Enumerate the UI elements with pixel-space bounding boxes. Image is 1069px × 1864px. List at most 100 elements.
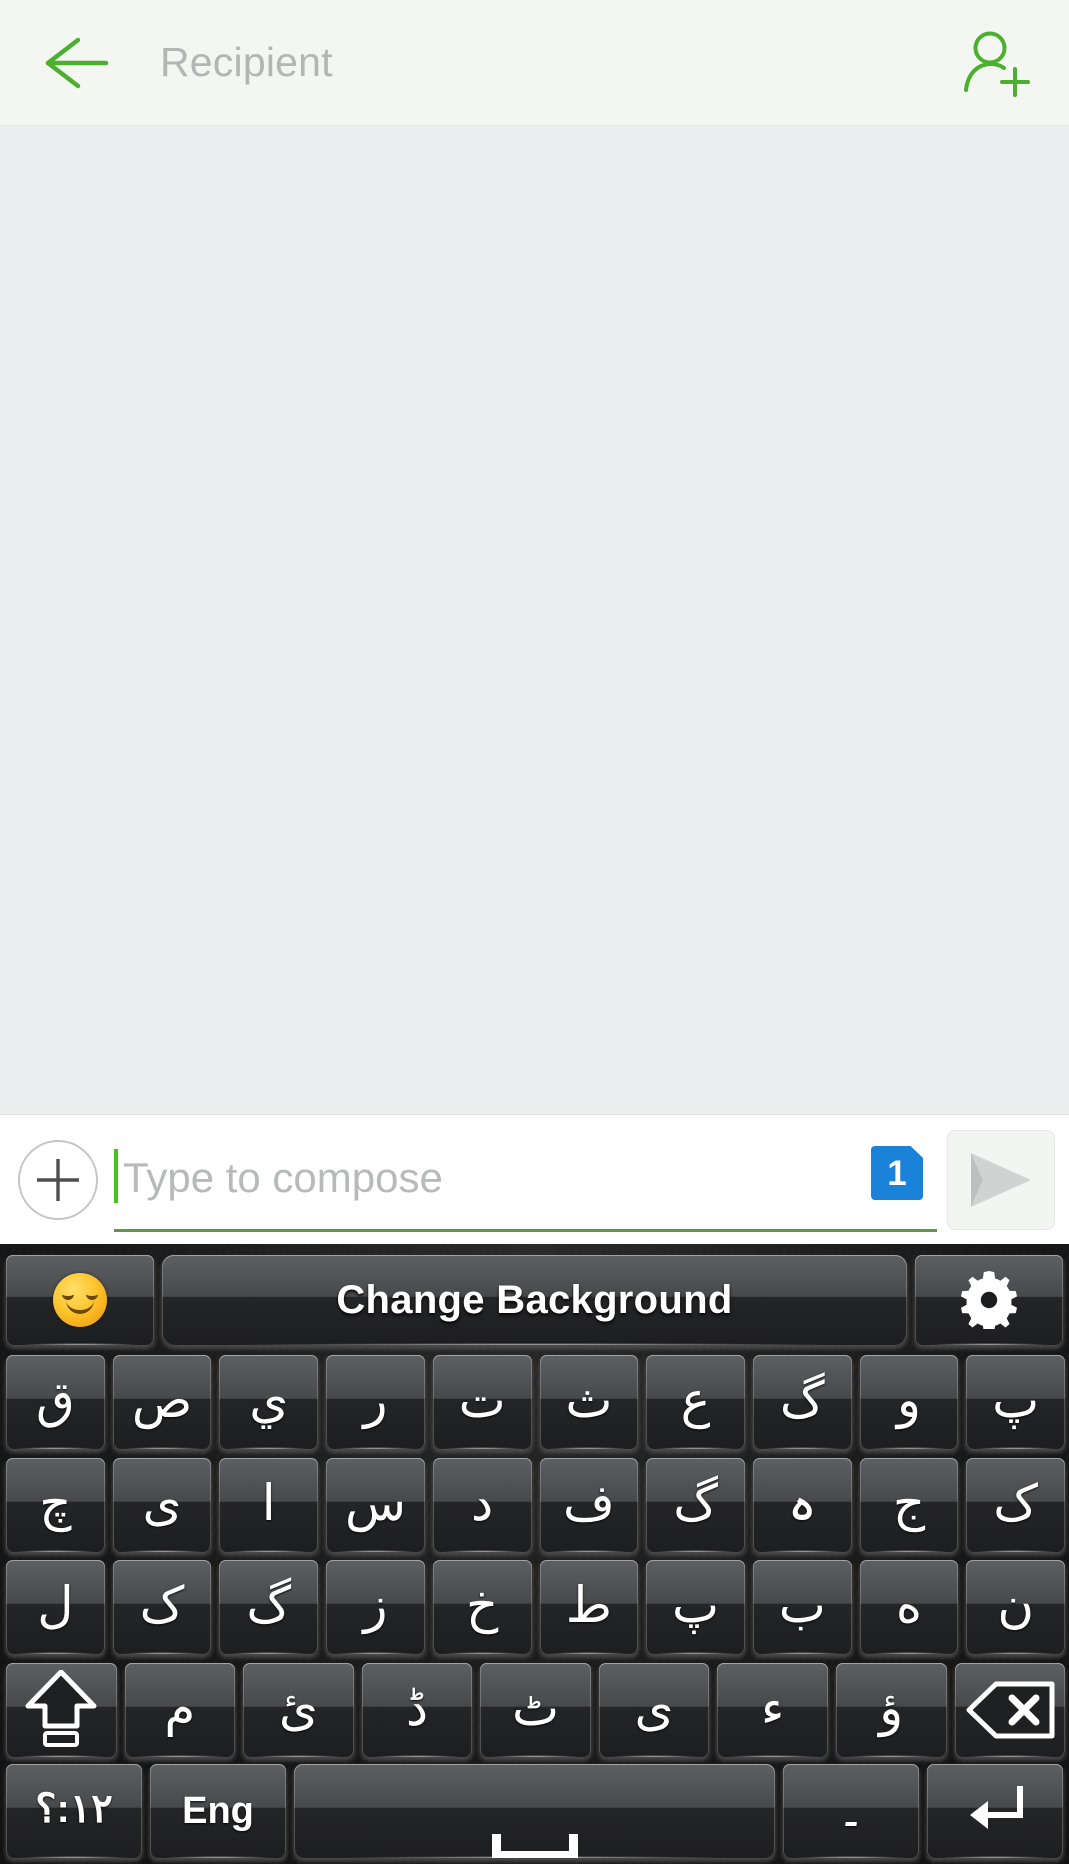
key-qaf[interactable]: ق xyxy=(6,1355,105,1450)
key-label: ز xyxy=(363,1577,388,1634)
key-farsi-yeh[interactable]: ی xyxy=(112,1457,212,1552)
key-label: ۔ xyxy=(836,1780,866,1837)
smiley-mouth xyxy=(66,1300,94,1315)
key-label: م xyxy=(164,1679,196,1736)
compose-placeholder: Type to compose xyxy=(123,1154,443,1201)
key-keheh-2[interactable]: ک xyxy=(112,1560,212,1655)
key-heh-goal[interactable]: ہ xyxy=(752,1457,852,1552)
key-khah[interactable]: خ xyxy=(432,1560,532,1655)
key-label: ر xyxy=(363,1372,388,1429)
key-cheh[interactable]: چ xyxy=(6,1457,105,1552)
key-heh[interactable]: ه xyxy=(859,1560,959,1655)
key-language-eng[interactable]: Eng xyxy=(150,1763,286,1858)
key-jeem[interactable]: ج xyxy=(859,1457,959,1552)
smiley-icon xyxy=(53,1273,107,1328)
key-yeh-hamza[interactable]: ئ xyxy=(243,1662,354,1757)
key-alef[interactable]: ا xyxy=(219,1457,319,1552)
key-meem[interactable]: م xyxy=(124,1662,236,1757)
attach-button[interactable] xyxy=(18,1139,98,1220)
key-label: چ xyxy=(39,1474,72,1531)
key-seen[interactable]: س xyxy=(326,1457,425,1552)
key-gaf-2[interactable]: گ xyxy=(646,1457,745,1552)
key-ain[interactable]: ع xyxy=(646,1355,745,1450)
key-label: ق xyxy=(35,1372,75,1429)
key-teh[interactable]: ت xyxy=(432,1355,532,1450)
shift-arrow-icon xyxy=(24,1669,98,1750)
plus-icon xyxy=(31,1153,85,1207)
key-label: ئ xyxy=(278,1679,318,1736)
send-button[interactable] xyxy=(947,1129,1055,1230)
key-tah[interactable]: ط xyxy=(539,1560,639,1655)
key-tteh[interactable]: ٹ xyxy=(480,1662,591,1757)
key-enter[interactable] xyxy=(927,1763,1063,1858)
key-gaf[interactable]: گ xyxy=(752,1355,852,1450)
back-button[interactable] xyxy=(32,20,118,106)
recipient-input[interactable]: Recipient xyxy=(118,20,947,106)
emoji-button[interactable] xyxy=(6,1255,154,1346)
keyboard-row-4: م ئ ڈ ٹ ی ء ؤ xyxy=(0,1659,1069,1762)
key-space[interactable] xyxy=(294,1763,775,1858)
key-beh[interactable]: ب xyxy=(752,1560,852,1655)
recipient-placeholder: Recipient xyxy=(160,39,333,85)
key-suad[interactable]: ص xyxy=(112,1355,212,1450)
compose-input[interactable]: Type to compose 1 xyxy=(114,1128,937,1232)
key-peh-2[interactable]: پ xyxy=(646,1560,745,1655)
key-peh[interactable]: پ xyxy=(966,1355,1066,1450)
add-contact-button[interactable] xyxy=(947,18,1043,108)
key-label: گ xyxy=(779,1372,825,1429)
key-label: گ xyxy=(246,1577,292,1634)
send-plane-icon xyxy=(965,1149,1037,1211)
key-label: ڈ xyxy=(405,1679,429,1736)
space-bar-icon xyxy=(491,1833,578,1858)
key-dal[interactable]: د xyxy=(432,1457,532,1552)
urdu-keyboard: Change Background ق ص ي ر ت ث ع گ و پ چ … xyxy=(0,1244,1069,1864)
key-farsi-yeh-2[interactable]: ی xyxy=(598,1662,710,1757)
key-label: ص xyxy=(131,1372,193,1429)
key-label: س xyxy=(344,1474,406,1531)
keyboard-row-5: ١٢:؟ Eng ۔ xyxy=(0,1761,1069,1860)
key-keheh[interactable]: ک xyxy=(966,1457,1066,1552)
enter-arrow-icon xyxy=(962,1783,1028,1839)
key-zain[interactable]: ز xyxy=(326,1560,425,1655)
key-label: گ xyxy=(673,1474,718,1531)
key-label: ء xyxy=(760,1679,785,1736)
key-label: ف xyxy=(562,1474,615,1531)
key-label: ہ xyxy=(787,1474,817,1531)
key-shift[interactable] xyxy=(6,1662,117,1757)
change-background-label: Change Background xyxy=(336,1277,733,1322)
key-label: ب xyxy=(778,1577,826,1634)
key-lam[interactable]: ل xyxy=(6,1560,105,1655)
key-label: ط xyxy=(565,1577,612,1634)
keyboard-settings-button[interactable] xyxy=(915,1255,1063,1346)
key-theh[interactable]: ث xyxy=(539,1355,639,1450)
app-header: Recipient xyxy=(0,0,1069,126)
key-label: ١٢:؟ xyxy=(35,1786,113,1831)
key-label: Eng xyxy=(182,1789,254,1832)
key-waw-hamza[interactable]: ؤ xyxy=(835,1662,947,1757)
key-waw[interactable]: و xyxy=(859,1355,959,1450)
add-person-icon xyxy=(957,27,1033,99)
key-urdu-full-stop[interactable]: ۔ xyxy=(783,1763,919,1858)
key-symbols[interactable]: ١٢:؟ xyxy=(6,1763,142,1858)
keyboard-row-3: ل ک گ ز خ ط پ ب ه ن xyxy=(0,1556,1069,1659)
key-label: ع xyxy=(680,1372,711,1429)
key-noon[interactable]: ن xyxy=(966,1560,1066,1655)
key-reh[interactable]: ر xyxy=(326,1355,425,1450)
key-hamza[interactable]: ء xyxy=(717,1662,828,1757)
key-label: ی xyxy=(142,1474,182,1531)
key-backspace[interactable] xyxy=(954,1662,1066,1757)
key-ddal[interactable]: ڈ xyxy=(361,1662,473,1757)
key-feh[interactable]: ف xyxy=(539,1457,639,1552)
key-label: ی xyxy=(634,1679,674,1736)
key-label: ا xyxy=(261,1474,276,1531)
key-label: ي xyxy=(249,1372,289,1429)
gear-icon xyxy=(960,1271,1018,1330)
keyboard-row-1: ق ص ي ر ت ث ع گ و پ xyxy=(0,1351,1069,1454)
backspace-icon xyxy=(964,1679,1056,1741)
compose-message-screen: Recipient Type to compose 1 Change Backg… xyxy=(0,0,1069,1864)
key-yeh-arabic[interactable]: ي xyxy=(219,1355,319,1450)
sim-badge[interactable]: 1 xyxy=(871,1146,923,1200)
change-background-button[interactable]: Change Background xyxy=(162,1255,907,1346)
key-gaf-3[interactable]: گ xyxy=(219,1560,319,1655)
key-label: ٹ xyxy=(511,1679,560,1736)
